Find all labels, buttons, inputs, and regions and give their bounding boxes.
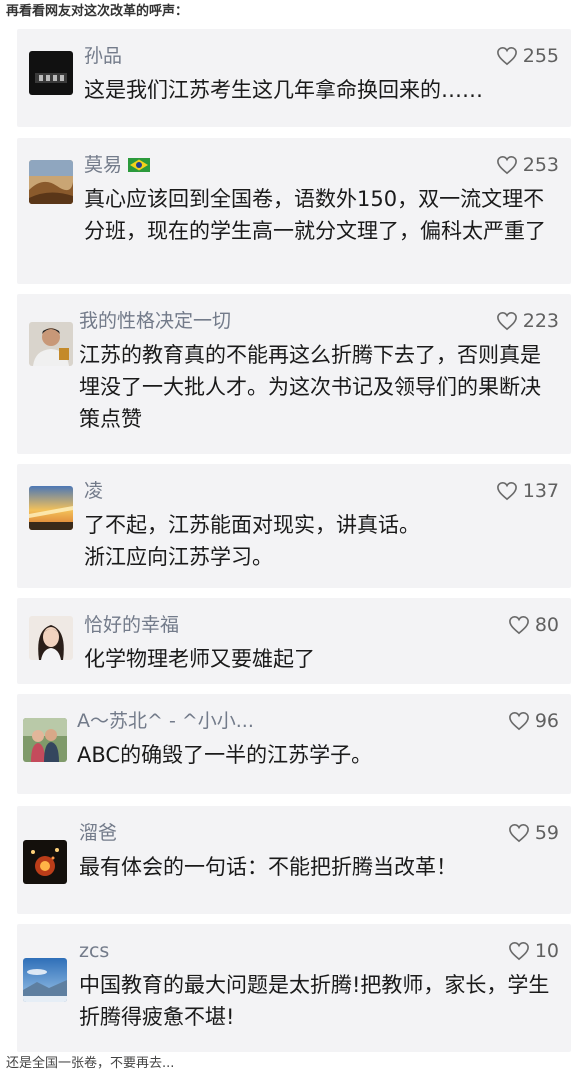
comment-text: 中国教育的最大问题是太折腾!把教师，家长，学生折腾得疲惫不堪! <box>79 973 550 1029</box>
couple-photo-avatar[interactable] <box>23 718 67 762</box>
commenter-name[interactable]: zcs <box>79 938 109 964</box>
heart-icon <box>496 155 517 175</box>
comment-card: 溜爸 59 最有体会的一句话：不能把折腾当改革！ <box>17 806 571 914</box>
like-count: 223 <box>522 310 559 332</box>
comment-text: 真心应该回到全国卷，语数外150，双一流文理不分班，现在的学生高一就分文理了，偏… <box>84 187 546 243</box>
commenter-name[interactable]: 莫易 <box>84 152 151 178</box>
comment-card: 莫易 253 真心应该回到全国卷，语数外150，双一流文理不分班，现在的学生高一… <box>17 138 571 284</box>
like-button[interactable]: 80 <box>508 612 559 638</box>
brazil-flag-icon <box>128 158 151 172</box>
like-button[interactable]: 96 <box>508 708 559 734</box>
like-count: 59 <box>534 822 559 844</box>
commenter-name[interactable]: 恰好的幸福 <box>84 612 179 638</box>
heart-icon <box>508 711 529 731</box>
sky-landscape-avatar[interactable] <box>23 958 67 1002</box>
heart-icon <box>496 311 517 331</box>
heart-icon <box>496 46 517 66</box>
like-count: 10 <box>534 940 559 962</box>
comment-text: 最有体会的一句话：不能把折腾当改革！ <box>79 855 457 879</box>
commenter-name[interactable]: 凌 <box>84 478 103 504</box>
like-count: 255 <box>522 45 559 67</box>
like-count: 137 <box>522 480 559 502</box>
like-button[interactable]: 255 <box>496 43 559 69</box>
heart-icon <box>508 823 529 843</box>
comment-card: A～苏北^ - ^小小... 96 ABC的确毁了一半的江苏学子。 <box>17 694 571 794</box>
commenter-name[interactable]: 我的性格决定一切 <box>79 308 231 334</box>
comment-card: 恰好的幸福 80 化学物理老师又要雄起了 <box>17 598 571 684</box>
dark-poster-avatar[interactable] <box>29 51 73 95</box>
like-button[interactable]: 59 <box>508 820 559 846</box>
like-count: 96 <box>534 710 559 732</box>
section-heading: 再看看网友对这次改革的呼声： <box>6 4 189 19</box>
sunset-avatar[interactable] <box>29 486 73 530</box>
comment-card: 凌 137 了不起，江苏能面对现实，讲真话。 浙江应向江苏学习。 <box>17 464 571 588</box>
heart-icon <box>496 481 517 501</box>
heart-icon <box>508 615 529 635</box>
like-button[interactable]: 253 <box>496 152 559 178</box>
comment-text: 了不起，江苏能面对现实，讲真话。 浙江应向江苏学习。 <box>84 513 420 569</box>
comment-text: 江苏的教育真的不能再这么折腾下去了，否则真是埋没了一大批人才。为这次书记及领导们… <box>79 343 541 431</box>
fireworks-avatar[interactable] <box>23 840 67 884</box>
like-button[interactable]: 223 <box>496 308 559 334</box>
comment-text: 化学物理老师又要雄起了 <box>84 647 315 671</box>
like-count: 80 <box>534 614 559 636</box>
commenter-name[interactable]: 孙品 <box>84 43 122 69</box>
girl-portrait-avatar[interactable] <box>29 616 73 660</box>
comment-text: ABC的确毁了一半的江苏学子。 <box>77 743 373 767</box>
comment-card: zcs 10 中国教育的最大问题是太折腾!把教师，家长，学生折腾得疲惫不堪! <box>17 924 571 1052</box>
like-count: 253 <box>522 154 559 176</box>
like-button[interactable]: 137 <box>496 478 559 504</box>
comment-text: 这是我们江苏考生这几年拿命换回来的…… <box>84 78 483 102</box>
comment-card: 孙品 255 这是我们江苏考生这几年拿命换回来的…… <box>17 29 571 127</box>
commenter-name[interactable]: 溜爸 <box>79 820 117 846</box>
person-photo-avatar[interactable] <box>29 322 73 366</box>
comment-card: 我的性格决定一切 223 江苏的教育真的不能再这么折腾下去了，否则真是埋没了一大… <box>17 294 571 454</box>
desert-dune-avatar[interactable] <box>29 160 73 204</box>
like-button[interactable]: 10 <box>508 938 559 964</box>
heart-icon <box>508 941 529 961</box>
commenter-name[interactable]: A～苏北^ - ^小小... <box>77 708 254 734</box>
